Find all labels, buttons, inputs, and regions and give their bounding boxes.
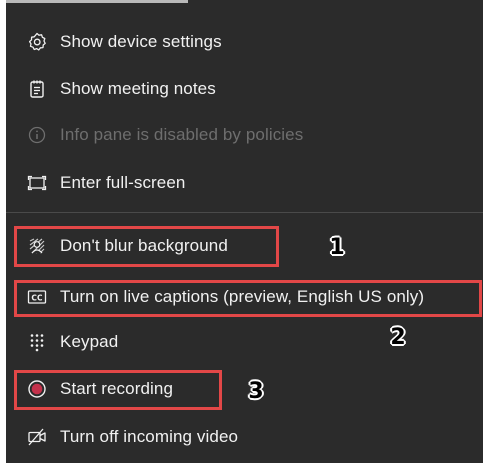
- info-icon: [26, 124, 48, 146]
- menu-item-show-device-settings[interactable]: Show device settings: [26, 30, 222, 54]
- menu-item-label: Keypad: [60, 332, 119, 351]
- menu-item-label: Enter full-screen: [60, 173, 186, 192]
- menu-item-label: Info pane is disabled by policies: [60, 125, 304, 144]
- callout-number-1: 1: [329, 235, 345, 260]
- menu-top-accent: [6, 0, 188, 3]
- keypad-icon: [26, 331, 48, 353]
- highlight-box-3: [14, 370, 222, 410]
- highlight-box-1: [14, 226, 279, 267]
- highlight-box-2: [14, 280, 482, 317]
- menu-item-enter-full-screen[interactable]: Enter full-screen: [26, 171, 185, 195]
- menu-item-label: Show meeting notes: [60, 79, 216, 98]
- fullscreen-icon: [26, 172, 48, 194]
- menu-item-show-meeting-notes[interactable]: Show meeting notes: [26, 77, 216, 101]
- menu-item-label: Show device settings: [60, 32, 222, 51]
- menu-item-keypad[interactable]: Keypad: [26, 330, 118, 354]
- menu-item-label: Turn off incoming video: [60, 427, 239, 446]
- callout-number-3: 3: [248, 379, 264, 404]
- video-off-icon: [26, 426, 48, 448]
- menu-item-turn-off-incoming-video[interactable]: Turn off incoming video: [26, 425, 238, 449]
- notes-icon: [26, 78, 48, 100]
- callout-number-2: 2: [390, 325, 406, 350]
- gear-icon: [26, 31, 48, 53]
- menu-divider: [6, 212, 483, 213]
- menu-item-info-pane-disabled: Info pane is disabled by policies: [26, 123, 303, 147]
